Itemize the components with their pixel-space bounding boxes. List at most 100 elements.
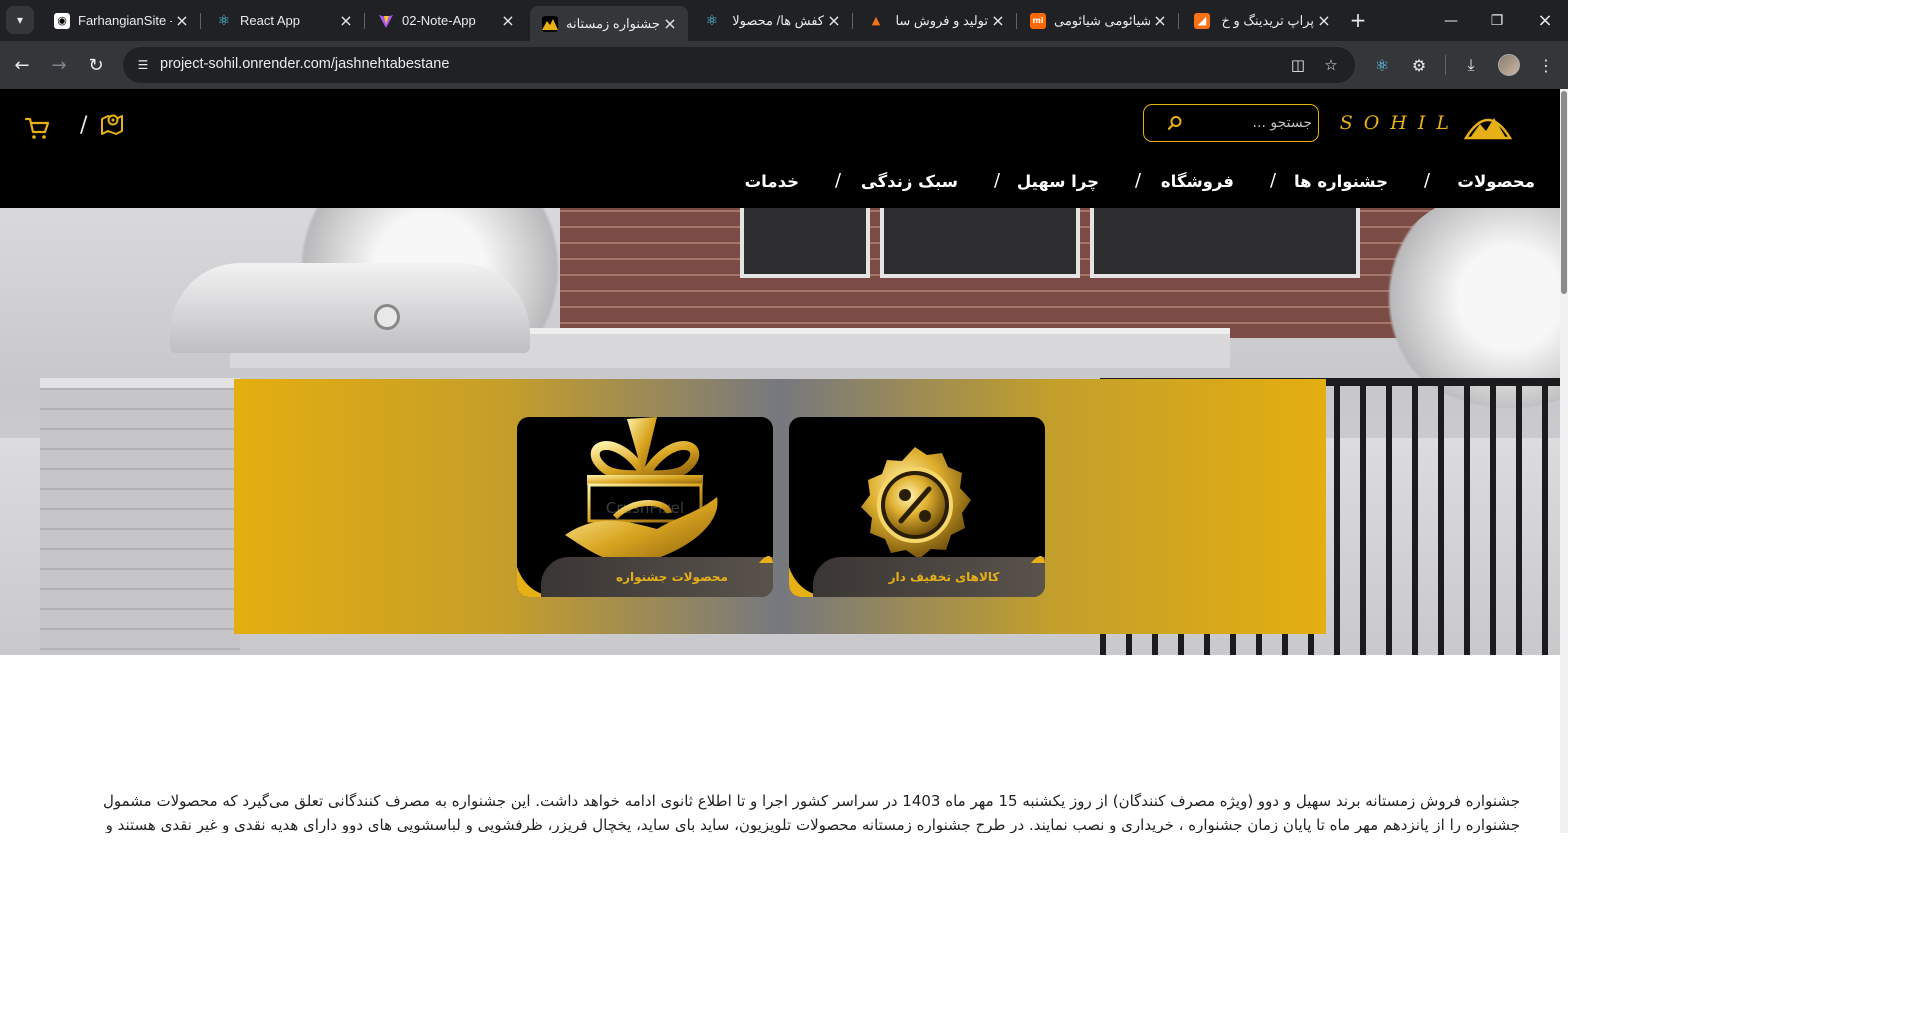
react-devtools-icon[interactable]: ⚛ bbox=[1368, 51, 1396, 79]
tab-title: کفش ها/ محصولا bbox=[732, 12, 824, 28]
close-icon[interactable]: × bbox=[1314, 11, 1334, 31]
address-bar[interactable]: ☰ project-sohil.onrender.com/jashnehtabe… bbox=[123, 47, 1355, 83]
discount-badge-icon bbox=[861, 447, 971, 559]
prop-icon: ◢ bbox=[1194, 12, 1210, 29]
tab-title: تولید و فروش سا bbox=[895, 12, 988, 28]
tab-title: 02-Note-App bbox=[402, 13, 476, 28]
tab-farhangian[interactable]: ◉ FarhangianSite - × bbox=[42, 6, 201, 35]
nav-separator: / bbox=[1135, 170, 1142, 191]
nav-item-festivals[interactable]: جشنواره ها bbox=[1294, 172, 1388, 191]
grill-lid-image bbox=[170, 263, 530, 353]
house-window-image bbox=[1090, 208, 1360, 278]
tab-title: FarhangianSite - bbox=[78, 13, 172, 28]
page-scrollbar[interactable] bbox=[1560, 89, 1568, 833]
site-info-icon[interactable]: ☰ bbox=[131, 53, 155, 77]
react-icon: ⚛ bbox=[217, 12, 231, 29]
nav-separator: / bbox=[835, 170, 842, 191]
promo-panel: کالاهای تخفیف دار CrushPixel محصولات جشن… bbox=[234, 379, 1326, 634]
close-icon[interactable]: × bbox=[1150, 11, 1170, 31]
gift-icon: CrushPixel bbox=[565, 417, 718, 564]
vite-icon bbox=[378, 13, 394, 29]
mountain-logo-icon bbox=[1464, 118, 1512, 140]
mi-icon: mi bbox=[1030, 12, 1046, 29]
search-box[interactable] bbox=[1143, 104, 1319, 142]
sohil-icon bbox=[542, 15, 558, 32]
close-window-button[interactable]: × bbox=[1522, 0, 1568, 41]
tab-search-button[interactable]: ▾ bbox=[6, 6, 34, 34]
tab-react-app[interactable]: ⚛ React App × bbox=[204, 6, 365, 35]
tab-winter-festival[interactable]: جشنواره زمستانه × bbox=[530, 6, 688, 41]
restore-button[interactable]: ❐ bbox=[1474, 0, 1520, 41]
browser-toolbar: ← → ↻ ☰ project-sohil.onrender.com/jashn… bbox=[0, 41, 1568, 89]
new-tab-button[interactable]: + bbox=[1346, 8, 1370, 32]
house-window-image bbox=[880, 208, 1080, 278]
tab-title: شیائومی شیائومی bbox=[1054, 12, 1150, 28]
description-line: جشنواره فروش زمستانه برند سهیل و دوو (وی… bbox=[102, 792, 1520, 810]
card-label: کالاهای تخفیف دار bbox=[813, 557, 1045, 597]
tab-note-app[interactable]: 02-Note-App × bbox=[366, 6, 526, 35]
browser-tab-strip: ▾ ◉ FarhangianSite - × ⚛ React App × 02-… bbox=[0, 0, 1568, 41]
site-header: SOHIL / محصولات / جشنو bbox=[0, 89, 1560, 208]
card-corner-decoration bbox=[759, 543, 773, 563]
menu-icon[interactable]: ⋮ bbox=[1532, 51, 1560, 79]
minimize-button[interactable]: — bbox=[1428, 0, 1474, 41]
scrollbar-thumb[interactable] bbox=[1561, 91, 1567, 294]
close-icon[interactable]: × bbox=[336, 11, 356, 31]
close-icon[interactable]: × bbox=[824, 11, 844, 31]
url-text[interactable]: project-sohil.onrender.com/jashnehtabest… bbox=[160, 56, 449, 72]
tab-xiaomi[interactable]: mi شیائومی شیائومی × bbox=[1018, 6, 1179, 35]
toolbar-divider bbox=[1445, 55, 1446, 75]
nav-item-products[interactable]: محصولات bbox=[1457, 172, 1535, 191]
tab-title: React App bbox=[240, 13, 300, 28]
nav-item-why-sohil[interactable]: چرا سهیل bbox=[1017, 172, 1099, 191]
card-corner-decoration bbox=[1031, 543, 1045, 563]
festival-products-card[interactable]: CrushPixel محصولات جشنواره bbox=[517, 417, 773, 597]
grill-base-image bbox=[40, 378, 240, 655]
tab-prop-trading[interactable]: ◢ پراپ تریدینگ و خ × bbox=[1182, 6, 1342, 35]
tab-divider bbox=[1016, 13, 1017, 29]
nav-separator: / bbox=[1270, 170, 1277, 191]
close-icon[interactable]: × bbox=[660, 14, 680, 34]
tab-divider bbox=[1178, 13, 1179, 29]
cart-icon[interactable] bbox=[24, 115, 50, 141]
tab-divider bbox=[200, 13, 201, 29]
nav-item-services[interactable]: خدمات bbox=[745, 172, 799, 191]
card-footer: کالاهای تخفیف دار bbox=[789, 553, 1045, 597]
tab-production-sales[interactable]: ▲ تولید و فروش سا × bbox=[856, 6, 1017, 35]
close-icon[interactable]: × bbox=[988, 11, 1008, 31]
search-input[interactable] bbox=[1182, 113, 1312, 133]
back-button[interactable]: ← bbox=[8, 51, 36, 79]
flame-icon: ▲ bbox=[871, 14, 881, 27]
extensions-icon[interactable]: ⚙ bbox=[1405, 51, 1433, 79]
tab-title: پراپ تریدینگ و خ bbox=[1221, 12, 1314, 28]
install-app-icon[interactable]: ◫ bbox=[1286, 53, 1310, 77]
thermometer-icon bbox=[374, 304, 400, 330]
card-label: محصولات جشنواره bbox=[541, 557, 773, 597]
tab-divider bbox=[364, 13, 365, 29]
search-icon[interactable] bbox=[1167, 115, 1183, 131]
site-logo[interactable]: SOHIL bbox=[1340, 106, 1512, 140]
tab-divider bbox=[852, 13, 853, 29]
bookmark-star-icon[interactable]: ☆ bbox=[1319, 53, 1343, 77]
downloads-icon[interactable]: ⤓ bbox=[1457, 51, 1485, 79]
main-nav: محصولات / جشنواره ها / فروشگاه / چرا سهی… bbox=[0, 168, 1560, 198]
close-icon[interactable]: × bbox=[498, 11, 518, 31]
nav-separator: / bbox=[994, 170, 1001, 191]
hero-banner: کالاهای تخفیف دار CrushPixel محصولات جشن… bbox=[0, 208, 1560, 655]
react-icon: ⚛ bbox=[705, 12, 719, 29]
page-viewport: SOHIL / محصولات / جشنو bbox=[0, 89, 1568, 833]
tab-shoes-products[interactable]: ⚛ کفش ها/ محصولا × bbox=[692, 6, 853, 35]
house-window-image bbox=[740, 208, 870, 278]
close-icon[interactable]: × bbox=[172, 11, 192, 31]
discount-products-card[interactable]: کالاهای تخفیف دار bbox=[789, 417, 1045, 597]
reload-button[interactable]: ↻ bbox=[82, 51, 110, 79]
nav-item-store[interactable]: فروشگاه bbox=[1161, 172, 1234, 191]
figma-icon: ◉ bbox=[54, 12, 70, 29]
nav-item-lifestyle[interactable]: سبک زندگی bbox=[861, 172, 958, 191]
nav-separator: / bbox=[1424, 170, 1431, 191]
map-marker-icon[interactable] bbox=[100, 111, 124, 137]
logo-text: SOHIL bbox=[1339, 112, 1460, 134]
card-footer: محصولات جشنواره bbox=[517, 553, 773, 597]
profile-avatar[interactable] bbox=[1498, 54, 1520, 76]
forward-button[interactable]: → bbox=[45, 51, 73, 79]
